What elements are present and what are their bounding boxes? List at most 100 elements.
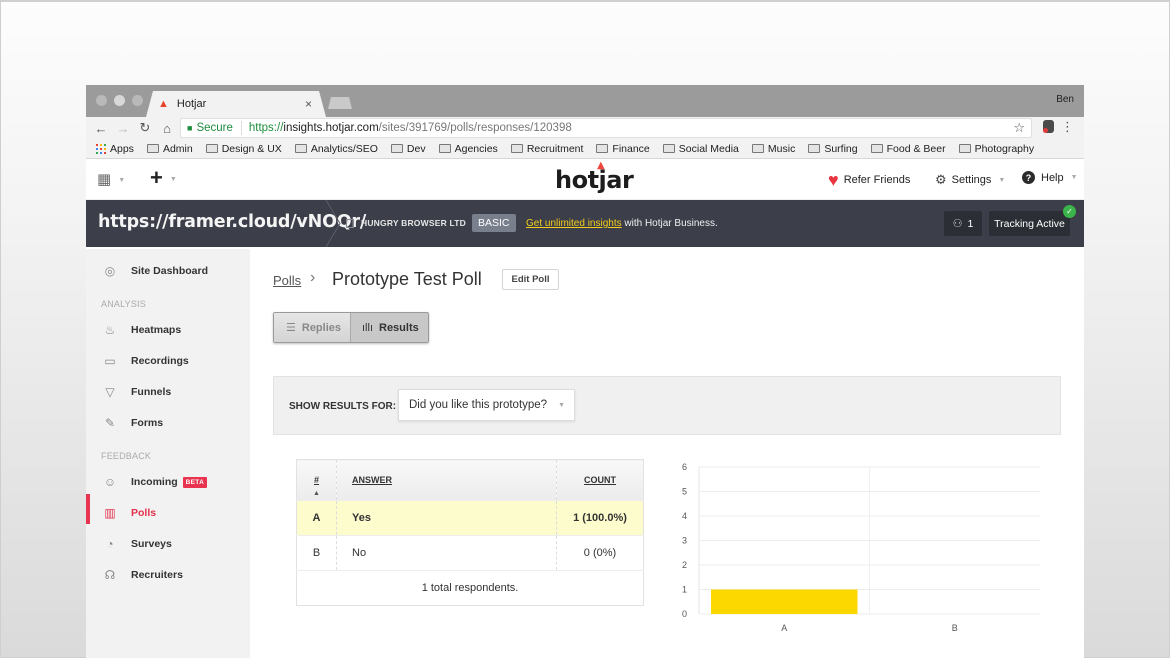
sidebar-item-recordings[interactable]: ▭ Recordings [103,354,188,368]
tracking-status-button[interactable]: Tracking Active [989,211,1070,236]
bookmark-folder[interactable]: Social Media [662,143,739,155]
browser-menu-icon[interactable]: ⋮ [1061,119,1074,135]
folder-icon [751,144,764,153]
folder-icon [958,144,971,153]
sidebar-item-heatmaps[interactable]: ♨ Heatmaps [103,323,182,337]
edit-poll-button[interactable]: Edit Poll [502,269,559,290]
bookmark-apps[interactable]: Apps [96,143,134,155]
table-row: A Yes 1 (100.0%) [296,500,644,536]
apps-grid-icon [96,143,106,154]
sidebar-item-surveys[interactable]: ◔ Surveys [103,537,172,551]
column-header-count[interactable]: COUNT [556,459,644,501]
url-host: insights.hotjar.com [283,122,379,134]
total-respondents: 1 total respondents. [296,570,644,606]
y-tick-label: 3 [682,536,687,546]
answer-text: No [336,535,557,571]
home-icon[interactable]: ⌂ [156,121,178,136]
table-row: B No 0 (0%) [296,535,644,571]
sidebar-item-forms[interactable]: ✎ Forms [103,416,163,430]
bookmark-folder[interactable]: Analytics/SEO [294,143,378,155]
answer-id: B [296,535,337,571]
bookmark-folder[interactable]: Dev [390,143,426,155]
results-table: # ▲ ANSWER COUNT A Yes 1 (100.0%) B No 0… [296,459,644,606]
sidebar-item-recruiters[interactable]: ☊ Recruiters [103,568,183,582]
list-icon: ☰ [286,322,296,334]
browser-tab[interactable]: ▲ Hotjar × [146,91,326,117]
bookmark-folder[interactable]: Finance [596,143,650,155]
answer-text: Yes [336,500,557,536]
view-toggle: ☰ Replies ıllı Results [273,312,429,343]
back-arrow-icon[interactable]: ← [90,121,112,136]
add-new-button[interactable]: + ▼ [150,165,177,191]
bookmarks-bar: Apps Admin Design & UX Analytics/SEO Dev… [86,139,1084,159]
bookmark-folder[interactable]: Admin [146,143,193,155]
upsell-message: Get unlimited insights with Hotjar Busin… [526,218,718,229]
pie-chart-icon: ◔ [106,537,114,551]
settings-menu[interactable]: ⚙ Settings ▼ [935,172,1005,188]
hotjar-favicon-icon: ▲ [158,98,169,110]
folder-icon [146,144,159,153]
secure-label: Secure [196,122,233,134]
smiley-face-icon: ☺ [103,475,117,489]
close-window-button[interactable] [96,95,107,106]
breadcrumb-polls-link[interactable]: Polls [273,273,301,288]
bookmark-star-icon[interactable]: ☆ [1013,120,1025,136]
maximize-window-button[interactable] [132,95,143,106]
bookmark-folder[interactable]: Music [751,143,795,155]
folder-icon [662,144,675,153]
upgrade-link[interactable]: Get unlimited insights [526,218,622,229]
chevron-down-icon: ▼ [118,176,126,184]
edit-form-icon: ✎ [104,416,116,430]
new-tab-button[interactable] [328,97,352,109]
organization-switcher[interactable]: ▦ ▼ [97,170,125,188]
help-menu[interactable]: ? Help ▼ [1022,171,1078,184]
window-controls [96,95,143,106]
close-tab-icon[interactable]: × [305,97,312,111]
bookmark-folder[interactable]: Design & UX [205,143,282,155]
question-select[interactable]: Did you like this prototype? ▼ [398,389,575,421]
flame-icon: ♨ [104,323,116,337]
tab-replies[interactable]: ☰ Replies [274,313,351,342]
chevron-down-icon: ▼ [1070,174,1078,181]
sidebar-item-polls[interactable]: ▥ Polls [103,506,156,520]
minimize-window-button[interactable] [114,95,125,106]
bookmark-folder[interactable]: Food & Beer [870,143,946,155]
live-visitors-button[interactable]: ⚇ 1 [944,211,982,236]
column-header-answer[interactable]: ANSWER [336,459,557,501]
tab-results[interactable]: ıllı Results [351,313,428,342]
bookmark-folder[interactable]: Photography [958,143,1034,155]
sidebar-item-site-dashboard[interactable]: ◎ Site Dashboard [103,264,208,278]
refer-friends-link[interactable]: ♥ Refer Friends [828,171,910,189]
y-tick-label: 6 [682,462,687,472]
bookmark-folder[interactable]: Surfing [808,143,858,155]
address-bar[interactable]: ■ Secure https:// insights.hotjar.com /s… [180,118,1032,138]
chevron-down-icon: ▼ [558,402,565,409]
active-indicator [86,494,90,524]
breadcrumb-chevron-icon [325,200,341,247]
tab-strip: ▲ Hotjar × Ben [86,85,1084,117]
funnel-icon: ▽ [105,385,115,399]
folder-icon [510,144,523,153]
y-tick-label: 2 [682,560,687,570]
content-area: ◎ Site Dashboard ANALYSIS ♨ Heatmaps ▭ R… [86,249,1084,658]
hotjar-logo[interactable]: hotjar ▲ [555,160,634,194]
bookmark-folder[interactable]: Agencies [438,143,498,155]
sidebar-item-incoming[interactable]: ☺ Incoming BETA [103,475,208,489]
sidebar-item-funnels[interactable]: ▽ Funnels [103,385,171,399]
chevron-down-icon: ▼ [169,175,177,183]
folder-icon [390,144,403,153]
answer-count: 1 (100.0%) [556,500,644,536]
site-bar: https://framer.cloud/vNOQr/ HUNGRY BROWS… [86,200,1084,247]
bookmark-folder[interactable]: Recruitment [510,143,583,155]
y-tick-label: 5 [682,487,687,497]
video-camera-icon: ▭ [104,354,116,368]
folder-icon [438,144,451,153]
sort-ascending-icon: ▲ [313,490,320,497]
profile-name[interactable]: Ben [1056,94,1074,105]
reload-icon[interactable]: ↻ [134,120,156,136]
evernote-extension-icon[interactable] [1043,120,1054,133]
forward-arrow-icon[interactable]: → [112,121,134,136]
organization-name: HUNGRY BROWSER LTD [361,218,466,228]
dashboard-gauge-icon: ◎ [104,264,116,278]
column-header-number[interactable]: # ▲ [296,459,337,501]
